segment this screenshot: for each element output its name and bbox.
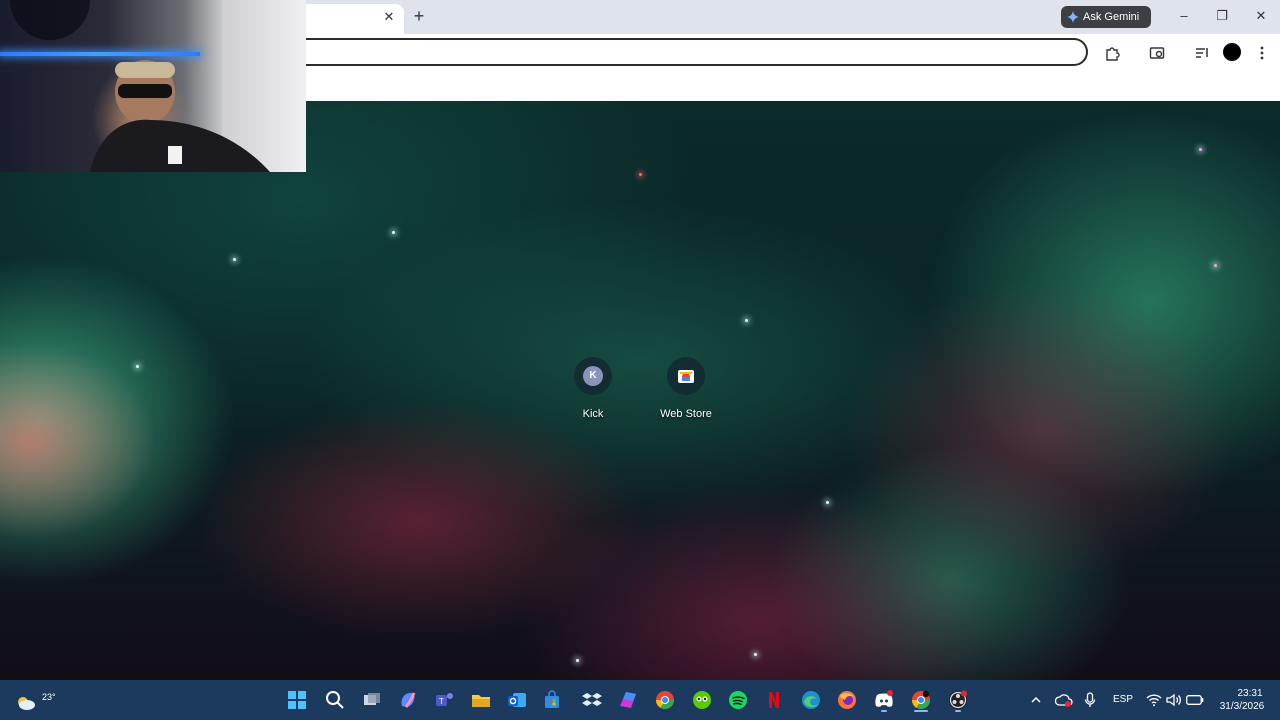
star <box>1199 148 1202 151</box>
svg-text:T: T <box>439 697 444 706</box>
star <box>136 365 139 368</box>
taskbar: 23° T ESP 23:31 31/3/2026 <box>0 680 1280 720</box>
clock-date[interactable]: 31/3/2026 <box>1214 701 1270 712</box>
teams-icon[interactable]: T <box>430 686 458 714</box>
star <box>754 653 757 656</box>
new-tab-button[interactable]: + <box>410 7 428 25</box>
chrome-active-icon[interactable] <box>907 686 935 714</box>
star <box>826 501 829 504</box>
reading-list-icon[interactable] <box>1193 44 1211 62</box>
battery-icon[interactable] <box>1183 686 1207 714</box>
webcam-overlay <box>0 0 306 172</box>
shortcut-kick[interactable]: K Kick <box>553 357 633 427</box>
maximize-button[interactable]: ❐ <box>1212 6 1232 26</box>
netflix-icon[interactable] <box>760 686 788 714</box>
star <box>745 319 748 322</box>
discord-active-indicator <box>881 710 887 712</box>
cast-icon[interactable] <box>1148 44 1166 62</box>
kick-icon: K <box>583 366 603 386</box>
duolingo-icon[interactable] <box>688 686 716 714</box>
web-store-icon <box>678 370 694 383</box>
profile-avatar[interactable] <box>1223 43 1241 61</box>
weather-icon <box>18 697 35 710</box>
star <box>1214 264 1217 267</box>
star <box>576 659 579 662</box>
shortcut-kick-label: Kick <box>582 408 604 420</box>
ceiling-fan <box>10 0 90 40</box>
star <box>639 173 642 176</box>
clock-time[interactable]: 23:31 <box>1230 688 1270 699</box>
streamer <box>90 60 270 172</box>
spotify-icon[interactable] <box>724 686 752 714</box>
obs-active-indicator <box>955 710 961 712</box>
ask-gemini-label: Ask Gemini <box>1083 11 1140 23</box>
edge-icon[interactable] <box>797 686 825 714</box>
address-bar[interactable] <box>300 38 1088 66</box>
gemini-sparkle-icon <box>1067 11 1079 23</box>
onedrive-icon[interactable] <box>1052 686 1076 714</box>
shortcut-web-store-tile <box>667 357 705 395</box>
screen: K Kick Web Store ✕ + Ask Gemini – ❐ ✕ 23… <box>0 0 1280 720</box>
led-strip <box>0 52 200 56</box>
discord-icon[interactable] <box>870 686 898 714</box>
store-icon[interactable] <box>538 686 566 714</box>
menu-icon[interactable] <box>1253 44 1271 62</box>
weather-widget[interactable]: 23° <box>14 686 56 714</box>
minimize-button[interactable]: – <box>1174 6 1194 26</box>
start-icon[interactable] <box>283 686 311 714</box>
chrome-icon[interactable] <box>651 686 679 714</box>
tab-close-icon[interactable]: ✕ <box>381 9 397 25</box>
task-view-icon[interactable] <box>358 686 386 714</box>
chrome-active-indicator <box>914 710 928 712</box>
tray-overflow-icon[interactable] <box>1024 686 1048 714</box>
firefox-icon[interactable] <box>833 686 861 714</box>
close-window-button[interactable]: ✕ <box>1251 6 1271 26</box>
microphone-icon[interactable] <box>1078 686 1102 714</box>
copilot-icon[interactable] <box>394 686 422 714</box>
dropbox-icon[interactable] <box>578 686 606 714</box>
ask-gemini-button[interactable]: Ask Gemini <box>1061 6 1151 28</box>
outlook-icon[interactable] <box>503 686 531 714</box>
obs-icon[interactable] <box>944 686 972 714</box>
office-icon[interactable] <box>614 686 642 714</box>
star <box>392 231 395 234</box>
file-explorer-icon[interactable] <box>467 686 495 714</box>
shortcut-kick-tile: K <box>574 357 612 395</box>
shortcut-web-store[interactable]: Web Store <box>646 357 726 427</box>
weather-temp: 23° <box>42 692 56 702</box>
search-icon[interactable] <box>321 686 349 714</box>
star <box>233 258 236 261</box>
new-tab-page: K Kick Web Store <box>0 101 1280 680</box>
language-indicator[interactable]: ESP <box>1113 694 1133 705</box>
extensions-icon[interactable] <box>1103 44 1121 62</box>
shortcut-web-store-label: Web Store <box>660 408 712 420</box>
